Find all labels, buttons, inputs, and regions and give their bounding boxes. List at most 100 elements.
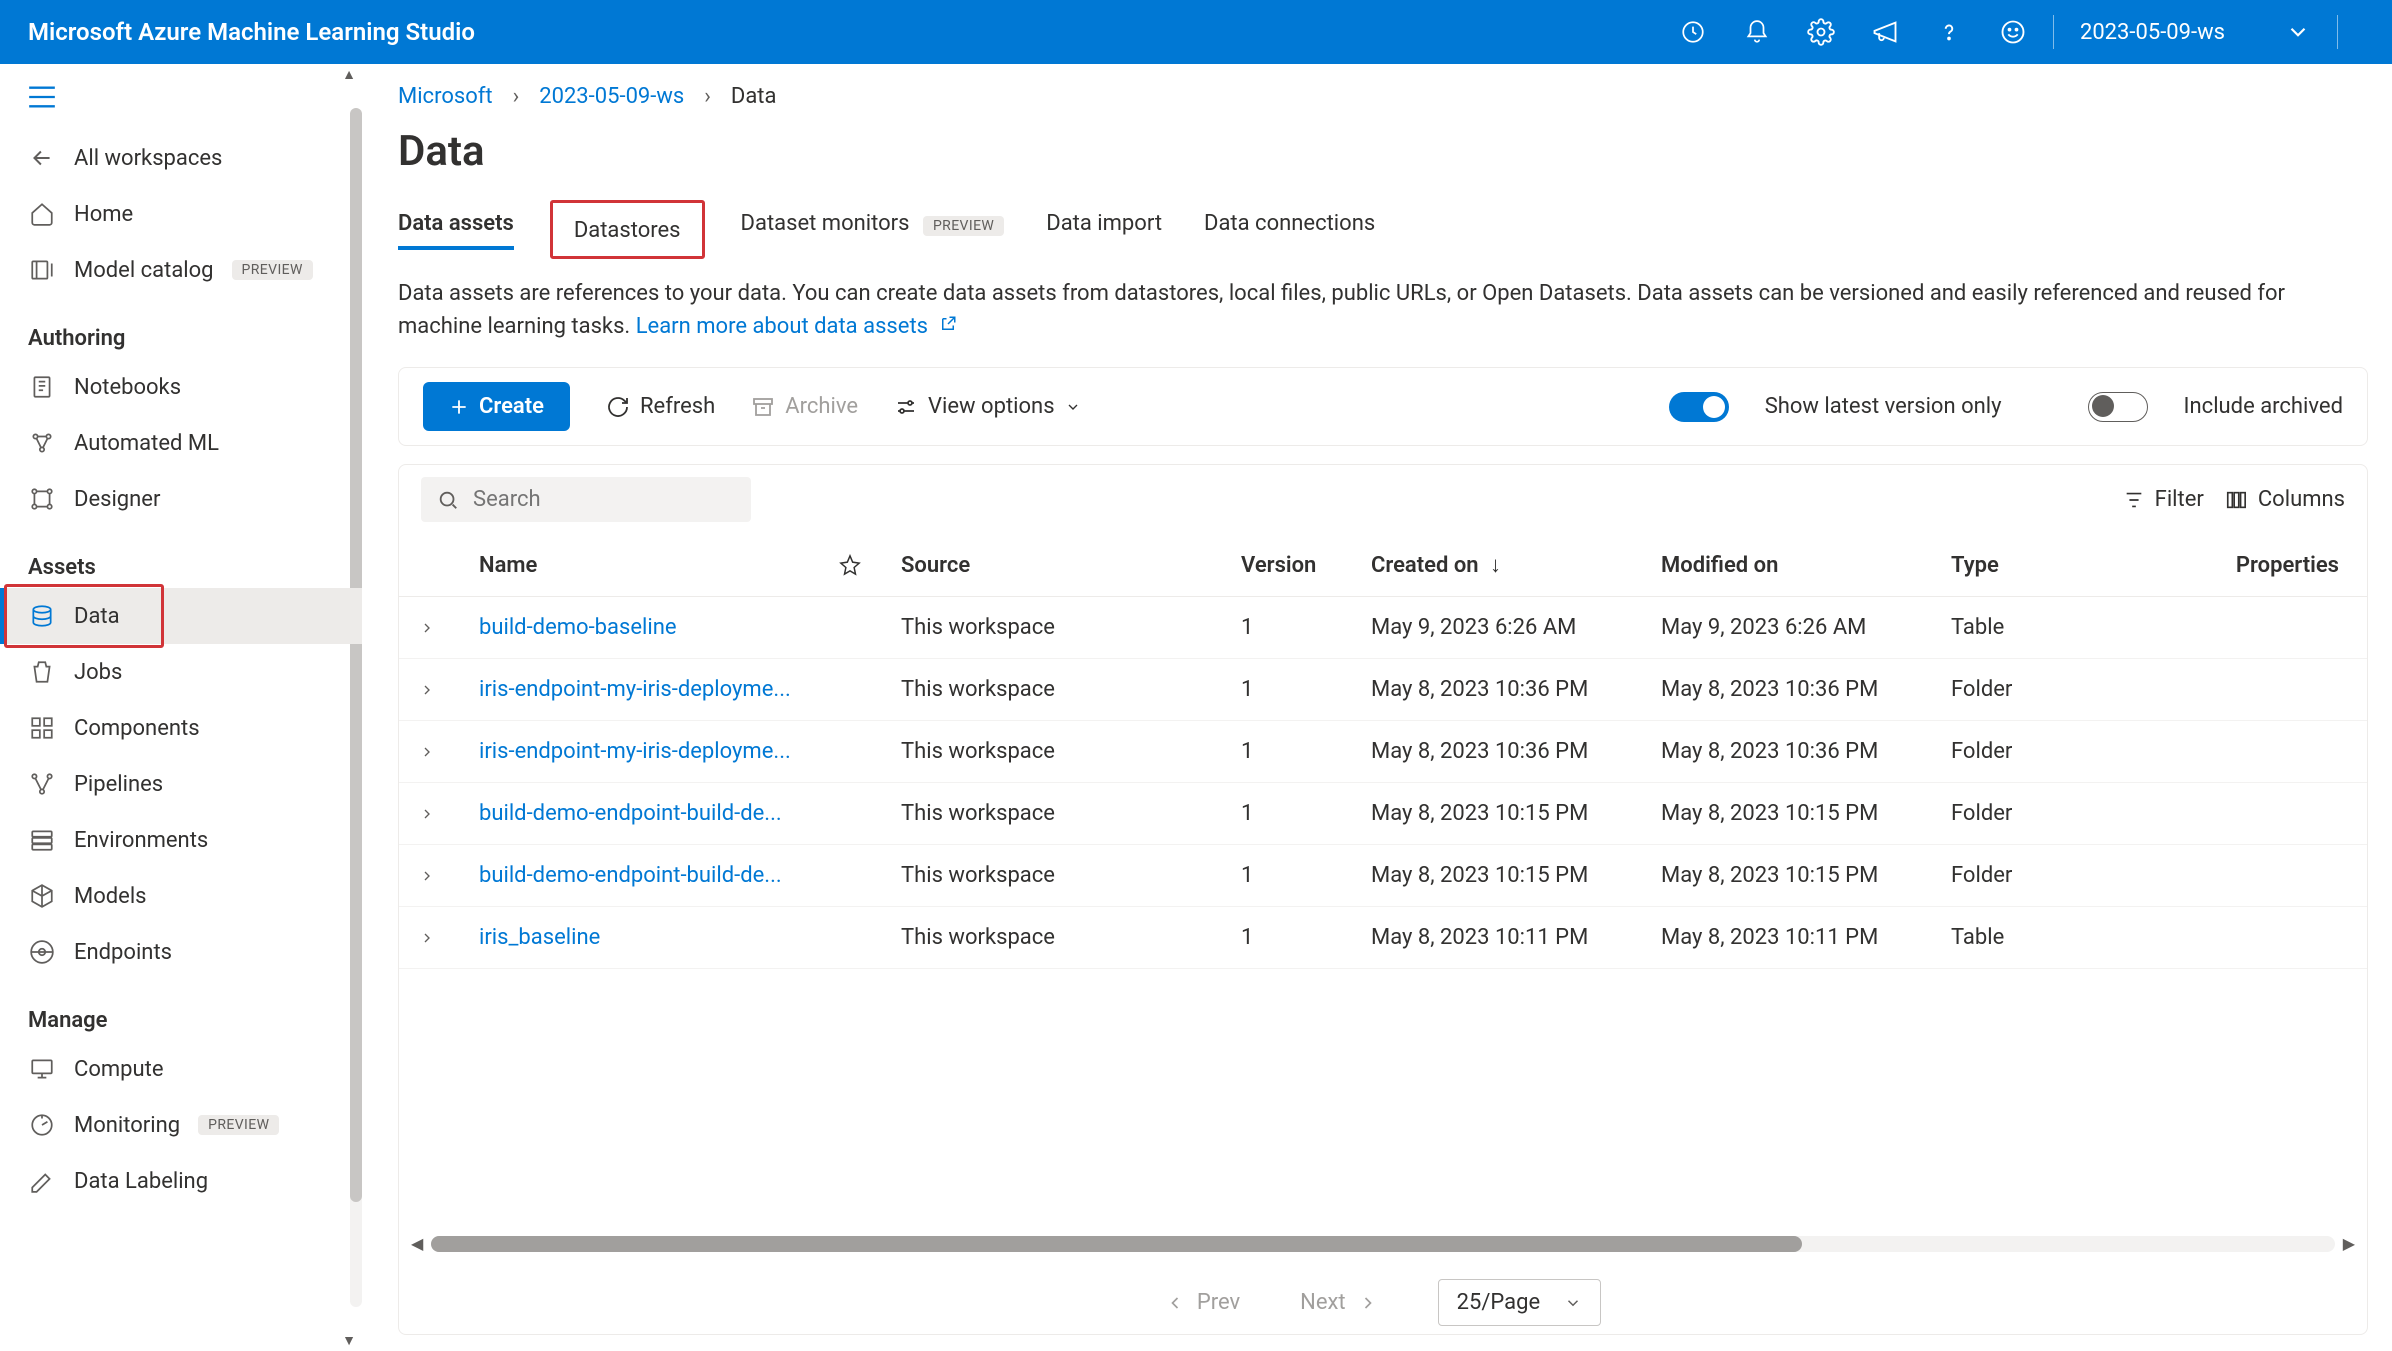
hscroll: ◀ ▶ (399, 1228, 2367, 1259)
row-expand[interactable] (399, 597, 459, 659)
chevron-down-icon (1564, 1294, 1582, 1312)
nav-label: Data Labeling (74, 1169, 208, 1194)
refresh-button[interactable]: Refresh (606, 394, 715, 419)
nav-label: Endpoints (74, 940, 172, 965)
clock-icon[interactable] (1679, 18, 1707, 46)
nav-model-catalog[interactable]: Model catalog PREVIEW (0, 242, 362, 298)
row-name[interactable]: build-demo-endpoint-build-de... (459, 783, 819, 845)
breadcrumb-root[interactable]: Microsoft (398, 84, 493, 109)
preview-badge: PREVIEW (232, 260, 313, 280)
row-star[interactable] (819, 907, 881, 969)
col-source[interactable]: Source (881, 534, 1221, 597)
compute-icon (28, 1055, 56, 1083)
toggle-show-latest[interactable] (1669, 392, 1729, 422)
filter-icon (2123, 489, 2145, 511)
hscroll-right-icon[interactable]: ▶ (2343, 1234, 2355, 1253)
hscroll-thumb[interactable] (431, 1236, 1801, 1252)
search-box[interactable] (421, 477, 751, 522)
col-star[interactable] (819, 534, 881, 597)
pager-prev[interactable]: Prev (1165, 1290, 1240, 1315)
view-options-button[interactable]: View options (894, 394, 1081, 419)
tab-data-connections[interactable]: Data connections (1204, 211, 1375, 250)
table-row[interactable]: build-demo-endpoint-build-de... This wor… (399, 845, 2367, 907)
row-star[interactable] (819, 783, 881, 845)
col-modified[interactable]: Modified on (1641, 534, 1931, 597)
nav-home[interactable]: Home (0, 186, 362, 242)
col-name[interactable]: Name (459, 534, 819, 597)
create-button[interactable]: Create (423, 382, 570, 431)
row-star[interactable] (819, 845, 881, 907)
row-star[interactable] (819, 721, 881, 783)
bell-icon[interactable] (1743, 18, 1771, 46)
col-created[interactable]: Created on ↓ (1351, 534, 1641, 597)
view-options-label: View options (928, 394, 1055, 419)
nav-components[interactable]: Components (0, 700, 362, 756)
row-expand[interactable] (399, 845, 459, 907)
nav-designer[interactable]: Designer (0, 471, 362, 527)
nav-label: Automated ML (74, 431, 219, 456)
filter-button[interactable]: Filter (2123, 487, 2204, 512)
row-expand[interactable] (399, 721, 459, 783)
nav-label: All workspaces (74, 146, 222, 171)
hamburger-icon[interactable] (0, 76, 362, 130)
nav-compute[interactable]: Compute (0, 1041, 362, 1097)
workspace-name[interactable]: 2023-05-09-ws (2080, 20, 2225, 45)
row-name[interactable]: iris-endpoint-my-iris-deployme... (459, 659, 819, 721)
row-version: 1 (1221, 907, 1351, 969)
nav-notebooks[interactable]: Notebooks (0, 359, 362, 415)
nav-endpoints[interactable]: Endpoints (0, 924, 362, 980)
row-name[interactable]: build-demo-baseline (459, 597, 819, 659)
nav-label: Model catalog (74, 258, 214, 283)
nav-label: Notebooks (74, 375, 181, 400)
breadcrumb-workspace[interactable]: 2023-05-09-ws (539, 84, 684, 109)
sidebar-scroll-down-icon[interactable]: ▼ (342, 1332, 356, 1349)
row-type: Table (1931, 597, 2151, 659)
columns-button[interactable]: Columns (2224, 487, 2345, 512)
search-input[interactable] (473, 487, 751, 512)
workspace-chevron-icon[interactable] (2285, 19, 2311, 45)
row-name[interactable]: iris-endpoint-my-iris-deployme... (459, 721, 819, 783)
help-icon[interactable] (1935, 18, 1963, 46)
megaphone-icon[interactable] (1871, 18, 1899, 46)
row-star[interactable] (819, 659, 881, 721)
sidebar-scroll-up-icon[interactable]: ▲ (342, 66, 356, 83)
nav-environments[interactable]: Environments (0, 812, 362, 868)
tab-data-import[interactable]: Data import (1046, 211, 1162, 250)
toggle-include-archived[interactable] (2088, 392, 2148, 422)
hscroll-track[interactable] (431, 1236, 2334, 1252)
col-version[interactable]: Version (1221, 534, 1351, 597)
table-row[interactable]: iris-endpoint-my-iris-deployme... This w… (399, 659, 2367, 721)
nav-jobs[interactable]: Jobs (0, 644, 362, 700)
col-properties[interactable]: Properties (2151, 534, 2367, 597)
row-expand[interactable] (399, 783, 459, 845)
gear-icon[interactable] (1807, 18, 1835, 46)
nav-data[interactable]: Data (0, 588, 362, 644)
nav-automated-ml[interactable]: Automated ML (0, 415, 362, 471)
sidebar-scroll-thumb[interactable] (350, 108, 362, 1202)
row-expand[interactable] (399, 659, 459, 721)
row-source: This workspace (881, 907, 1221, 969)
nav-monitoring[interactable]: Monitoring PREVIEW (0, 1097, 362, 1153)
tab-datastores[interactable]: Datastores (556, 208, 699, 253)
nav-data-labeling[interactable]: Data Labeling (0, 1153, 362, 1209)
hscroll-left-icon[interactable]: ◀ (411, 1234, 423, 1253)
table-row[interactable]: iris_baseline This workspace 1 May 8, 20… (399, 907, 2367, 969)
tab-data-assets[interactable]: Data assets (398, 211, 514, 250)
row-star[interactable] (819, 597, 881, 659)
table-row[interactable]: iris-endpoint-my-iris-deployme... This w… (399, 721, 2367, 783)
row-source: This workspace (881, 659, 1221, 721)
row-name[interactable]: iris_baseline (459, 907, 819, 969)
table-row[interactable]: build-demo-endpoint-build-de... This wor… (399, 783, 2367, 845)
tab-dataset-monitors[interactable]: Dataset monitors PREVIEW (741, 211, 1005, 250)
smiley-icon[interactable] (1999, 18, 2027, 46)
row-name[interactable]: build-demo-endpoint-build-de... (459, 845, 819, 907)
nav-pipelines[interactable]: Pipelines (0, 756, 362, 812)
nav-models[interactable]: Models (0, 868, 362, 924)
row-expand[interactable] (399, 907, 459, 969)
table-row[interactable]: build-demo-baseline This workspace 1 May… (399, 597, 2367, 659)
col-type[interactable]: Type (1931, 534, 2151, 597)
nav-all-workspaces[interactable]: All workspaces (0, 130, 362, 186)
pager-next[interactable]: Next (1300, 1290, 1377, 1315)
learn-more-link[interactable]: Learn more about data assets (636, 314, 928, 339)
page-size-select[interactable]: 25/Page (1438, 1279, 1602, 1326)
